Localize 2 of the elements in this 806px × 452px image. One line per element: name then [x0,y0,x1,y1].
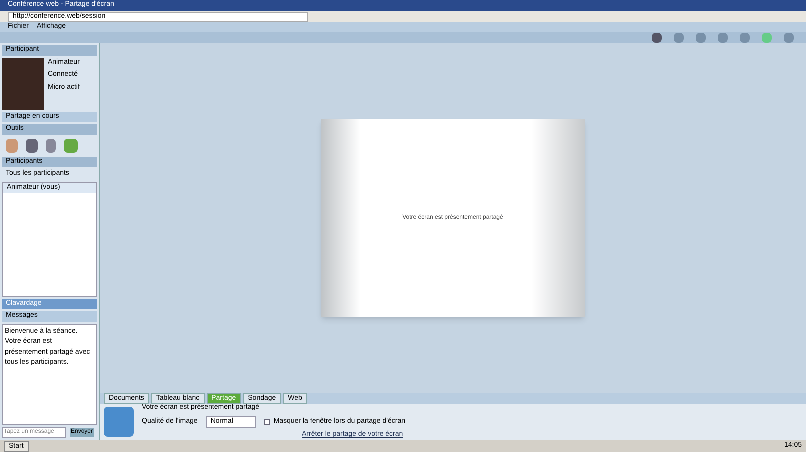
option-checkbox[interactable] [264,419,270,425]
avatar-placeholder [2,58,44,110]
